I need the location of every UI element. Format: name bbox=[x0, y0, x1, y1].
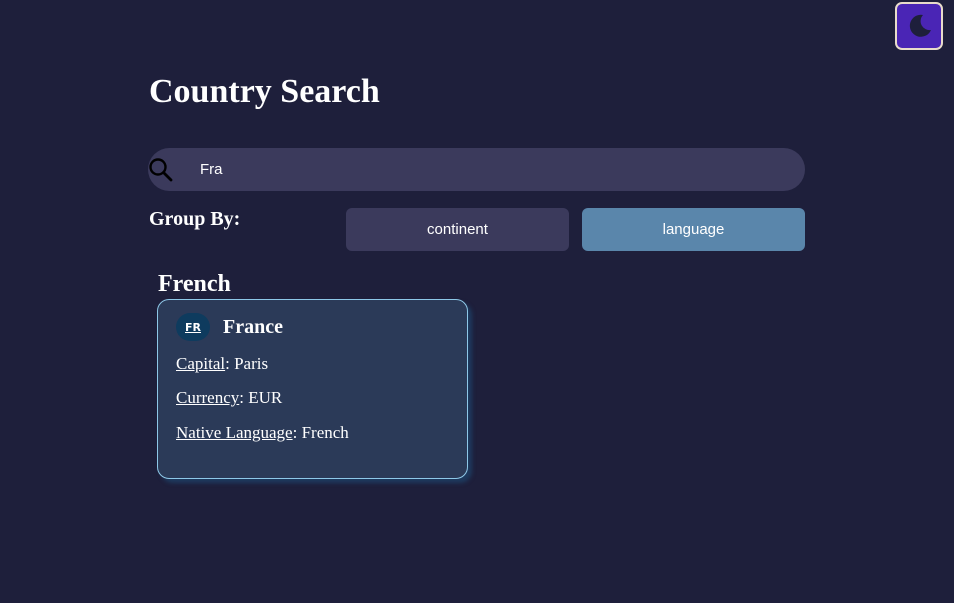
country-code-badge: FR bbox=[176, 313, 210, 341]
native-language-row: Native Language: French bbox=[176, 423, 349, 442]
native-language-label: Native Language bbox=[176, 423, 293, 442]
capital-value: Paris bbox=[234, 354, 269, 373]
country-name: France bbox=[223, 316, 283, 338]
group-by-language-button[interactable]: language bbox=[582, 208, 805, 251]
moon-icon bbox=[909, 14, 931, 37]
theme-toggle-button[interactable] bbox=[895, 2, 943, 50]
currency-row: Currency: EUR bbox=[176, 388, 283, 407]
currency-label: Currency bbox=[176, 388, 240, 407]
page-title: Country Search bbox=[149, 73, 380, 110]
search-icon bbox=[149, 158, 173, 182]
group-heading: French bbox=[158, 271, 231, 297]
native-language-value: French bbox=[301, 423, 349, 442]
currency-value: EUR bbox=[248, 388, 283, 407]
capital-label: Capital bbox=[176, 354, 226, 373]
search-input[interactable] bbox=[200, 148, 780, 191]
group-by-label: Group By: bbox=[149, 208, 241, 230]
capital-row: Capital: Paris bbox=[176, 354, 269, 373]
group-by-continent-button[interactable]: continent bbox=[346, 208, 569, 251]
country-card[interactable]: FR France Capital: Paris Currency: EUR N… bbox=[157, 299, 468, 479]
search-bar bbox=[148, 148, 805, 191]
